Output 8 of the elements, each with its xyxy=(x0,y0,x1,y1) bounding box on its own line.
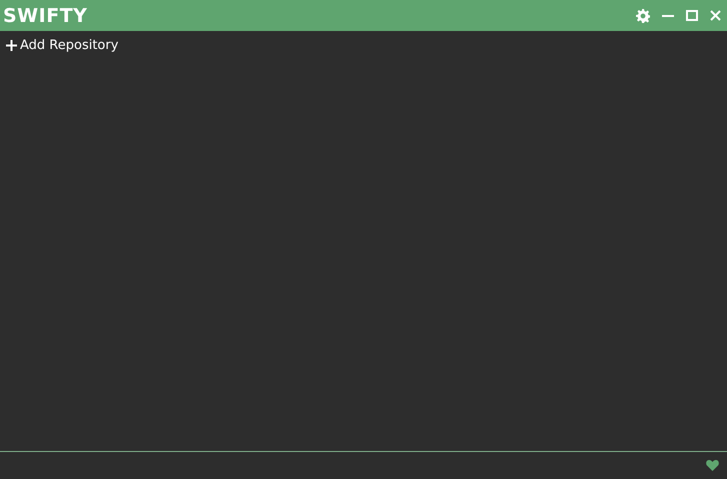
settings-icon[interactable] xyxy=(636,8,650,22)
window-title: SWIFTY xyxy=(3,4,88,26)
minimize-icon[interactable] xyxy=(662,14,674,16)
plus-icon xyxy=(6,40,17,51)
heart-icon xyxy=(706,460,719,471)
add-repository-button[interactable]: Add Repository xyxy=(6,38,118,53)
maximize-icon[interactable] xyxy=(686,10,698,21)
close-icon[interactable] xyxy=(710,10,721,21)
